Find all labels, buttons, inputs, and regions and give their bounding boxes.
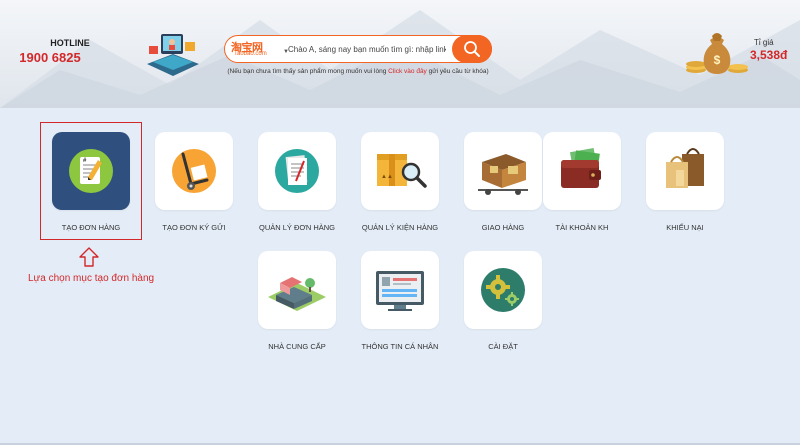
supplier-building-icon <box>268 277 326 311</box>
create-consignment-tile[interactable] <box>155 132 233 210</box>
manage-orders-tile[interactable] <box>258 132 336 210</box>
arrow-up-icon <box>79 247 99 267</box>
search-bar: 淘宝网 Taobao.com ▼ <box>224 35 492 63</box>
search-icon <box>464 41 480 57</box>
supplier-tile[interactable] <box>258 251 336 329</box>
search-button[interactable] <box>452 35 492 63</box>
package-search-icon: ▲▲ <box>377 154 427 188</box>
complaint-label[interactable]: KHIẾU NẠI <box>630 223 740 232</box>
create-consignment-label[interactable]: TẠO ĐƠN KÝ GỬI <box>139 223 249 232</box>
money-bag-icon: $ <box>686 33 748 74</box>
svg-text:$: $ <box>714 53 721 67</box>
hotline-label: HOTLINE <box>50 38 90 48</box>
exchange-rate-value: 3,538đ <box>750 48 788 62</box>
personal-info-tile[interactable] <box>361 251 439 329</box>
hint-link[interactable]: Click vào đây <box>388 68 427 75</box>
site-selector[interactable]: 淘宝网 Taobao.com ▼ <box>231 39 289 59</box>
gears-icon <box>481 268 525 312</box>
wallet-icon <box>561 148 601 188</box>
search-input[interactable] <box>288 40 446 58</box>
customer-account-label[interactable]: TÀI KHOẢN KH <box>527 223 637 232</box>
instruction-caption: Lựa chọn mục tạo đơn hàng <box>28 273 155 284</box>
site-domain: Taobao.com <box>234 51 267 57</box>
shopping-bags-icon <box>666 148 704 188</box>
manage-packages-tile[interactable]: ▲▲ <box>361 132 439 210</box>
search-hint: (Nếu bạn chưa tìm thấy sản phẩm mong muố… <box>224 68 492 75</box>
exchange-rate-label: Tỉ giá <box>754 38 774 47</box>
svg-text:▲▲: ▲▲ <box>381 174 393 180</box>
delivery-cart-icon <box>478 154 528 195</box>
hand-truck-icon <box>172 149 216 193</box>
document-icon <box>275 149 319 193</box>
complaint-tile[interactable] <box>646 132 724 210</box>
profile-screen-icon <box>376 271 424 311</box>
settings-label[interactable]: CÀI ĐẶT <box>448 342 558 351</box>
hint-suffix: gửi yêu cầu từ khóa) <box>426 68 489 75</box>
selection-highlight-box <box>40 122 142 240</box>
hint-prefix: (Nếu bạn chưa tìm thấy sản phẩm mong muố… <box>227 68 389 75</box>
online-shopping-illustration <box>147 34 199 76</box>
manage-packages-label[interactable]: QUẢN LÝ KIỆN HÀNG <box>345 223 455 232</box>
supplier-label[interactable]: NHÀ CUNG CẤP <box>242 342 352 351</box>
personal-info-label[interactable]: THÔNG TIN CÁ NHÂN <box>345 342 455 351</box>
settings-tile[interactable] <box>464 251 542 329</box>
manage-orders-label[interactable]: QUẢN LÝ ĐƠN HÀNG <box>242 223 352 232</box>
customer-account-tile[interactable] <box>543 132 621 210</box>
hotline-number[interactable]: 1900 6825 <box>18 50 82 65</box>
header: HOTLINE 1900 6825 淘宝网 Taobao.com ▼ (Nếu … <box>0 0 800 108</box>
delivery-tile[interactable] <box>464 132 542 210</box>
